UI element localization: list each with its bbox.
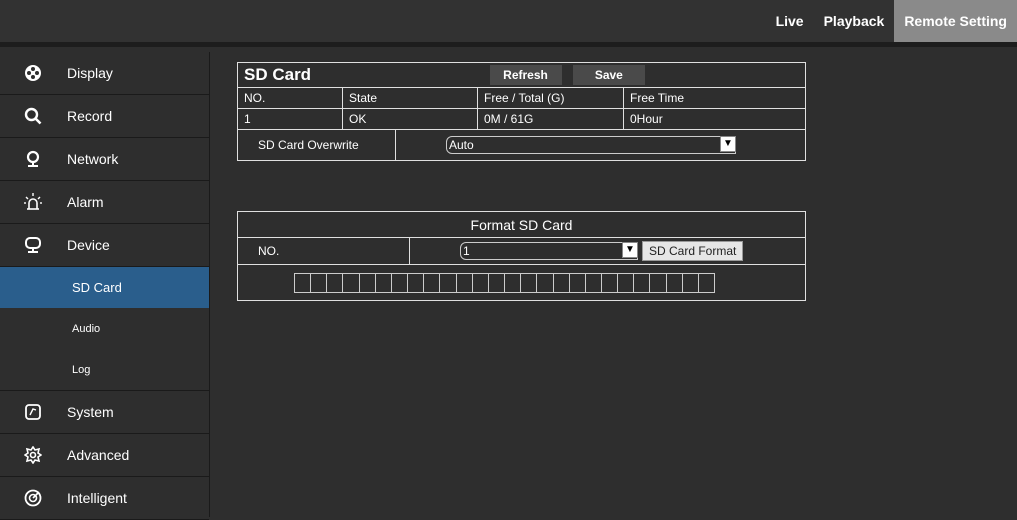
sidebar-item-label: Intelligent <box>67 490 127 506</box>
sidebar-subitem-label: Log <box>72 363 91 376</box>
progress-segment <box>360 274 376 292</box>
sidebar-item-label: Alarm <box>67 194 104 210</box>
sd-card-table: SD Card Refresh Save NO. State Free / To… <box>237 62 806 161</box>
network-icon <box>26 150 40 167</box>
progress-segment <box>505 274 522 292</box>
progress-segment <box>537 274 554 292</box>
cell-free-time: 0Hour <box>623 108 806 130</box>
sidebar-item-label: System <box>67 404 114 420</box>
sidebar-item-alarm[interactable]: Alarm <box>0 181 209 224</box>
header-state: State <box>342 87 478 109</box>
overwrite-select[interactable]: Auto ▼ <box>446 136 736 154</box>
header-free-time: Free Time <box>623 87 806 109</box>
gear-icon <box>24 446 42 464</box>
progress-segment <box>392 274 409 292</box>
progress-segment <box>473 274 489 292</box>
sidebar-item-label: Network <box>67 151 119 167</box>
cell-state: OK <box>342 108 478 130</box>
tab-playback[interactable]: Playback <box>814 0 895 42</box>
progress-segment <box>424 274 441 292</box>
sidebar-item-display[interactable]: Display <box>0 52 209 95</box>
progress-segment <box>586 274 602 292</box>
top-bar: Live Playback Remote Setting <box>0 0 1017 47</box>
alarm-icon <box>24 193 42 210</box>
save-button[interactable]: Save <box>572 65 645 85</box>
tab-live[interactable]: Live <box>766 0 814 42</box>
progress-segment <box>634 274 651 292</box>
cell-free-total: 0M / 61G <box>477 108 624 130</box>
progress-segment <box>343 274 360 292</box>
overwrite-select-value: Auto <box>449 138 474 152</box>
sidebar: Display Record Network Alarm Device SD C… <box>0 52 210 520</box>
sidebar-subitem-label: SD Card <box>72 280 122 295</box>
sd-card-overwrite-label: SD Card Overwrite <box>238 130 396 160</box>
progress-segment <box>295 274 312 292</box>
sd-card-title: SD Card <box>244 65 312 84</box>
sidebar-item-label: Advanced <box>67 447 130 463</box>
sd-card-format-button[interactable]: SD Card Format <box>642 241 744 261</box>
header-free-total: Free / Total (G) <box>477 87 624 109</box>
progress-segment <box>327 274 344 292</box>
sidebar-subitem-label: Audio <box>72 322 101 335</box>
chevron-down-icon: ▼ <box>720 136 736 152</box>
format-no-select-value: 1 <box>463 244 470 258</box>
format-no-label: NO. <box>238 238 410 264</box>
table-row: 1 OK 0M / 61G 0Hour <box>237 108 806 130</box>
progress-segment <box>602 274 619 292</box>
sidebar-item-device[interactable]: Device <box>0 224 209 267</box>
sidebar-subitem-sd-card[interactable]: SD Card <box>0 267 209 308</box>
progress-segment <box>408 274 425 292</box>
sidebar-subitem-log[interactable]: Log <box>0 349 209 391</box>
tab-remote-setting[interactable]: Remote Setting <box>894 0 1017 42</box>
refresh-button[interactable]: Refresh <box>489 65 562 85</box>
system-icon <box>25 404 41 420</box>
progress-segment <box>457 274 473 292</box>
sidebar-item-label: Display <box>67 65 113 81</box>
top-nav: Live Playback Remote Setting <box>766 0 1017 42</box>
progress-segment <box>521 274 538 292</box>
sidebar-subitem-audio[interactable]: Audio <box>0 308 209 349</box>
cell-no: 1 <box>237 108 343 130</box>
sidebar-item-label: Record <box>67 108 113 124</box>
progress-segment <box>440 274 457 292</box>
progress-segment <box>376 274 392 292</box>
format-progress-bar <box>294 273 715 293</box>
device-icon <box>25 237 41 253</box>
progress-segment <box>618 274 635 292</box>
progress-segment <box>650 274 667 292</box>
progress-segment <box>554 274 570 292</box>
progress-segment <box>489 274 506 292</box>
sidebar-item-system[interactable]: System <box>0 391 209 434</box>
progress-segment <box>667 274 683 292</box>
sidebar-item-record[interactable]: Record <box>0 95 209 138</box>
sidebar-item-label: Device <box>67 237 110 253</box>
header-no: NO. <box>237 87 343 109</box>
progress-segment <box>311 274 328 292</box>
progress-segment <box>683 274 699 292</box>
sidebar-item-advanced[interactable]: Advanced <box>0 434 209 477</box>
intelligent-icon <box>24 489 42 507</box>
progress-segment <box>699 274 714 292</box>
display-icon <box>25 65 41 81</box>
progress-segment <box>570 274 586 292</box>
format-no-select[interactable]: 1 ▼ <box>460 242 638 260</box>
format-sd-card-title: Format SD Card <box>237 211 806 238</box>
chevron-down-icon: ▼ <box>622 242 638 258</box>
sidebar-item-network[interactable]: Network <box>0 138 209 181</box>
sidebar-item-intelligent[interactable]: Intelligent <box>0 477 209 520</box>
search-icon <box>24 107 42 125</box>
